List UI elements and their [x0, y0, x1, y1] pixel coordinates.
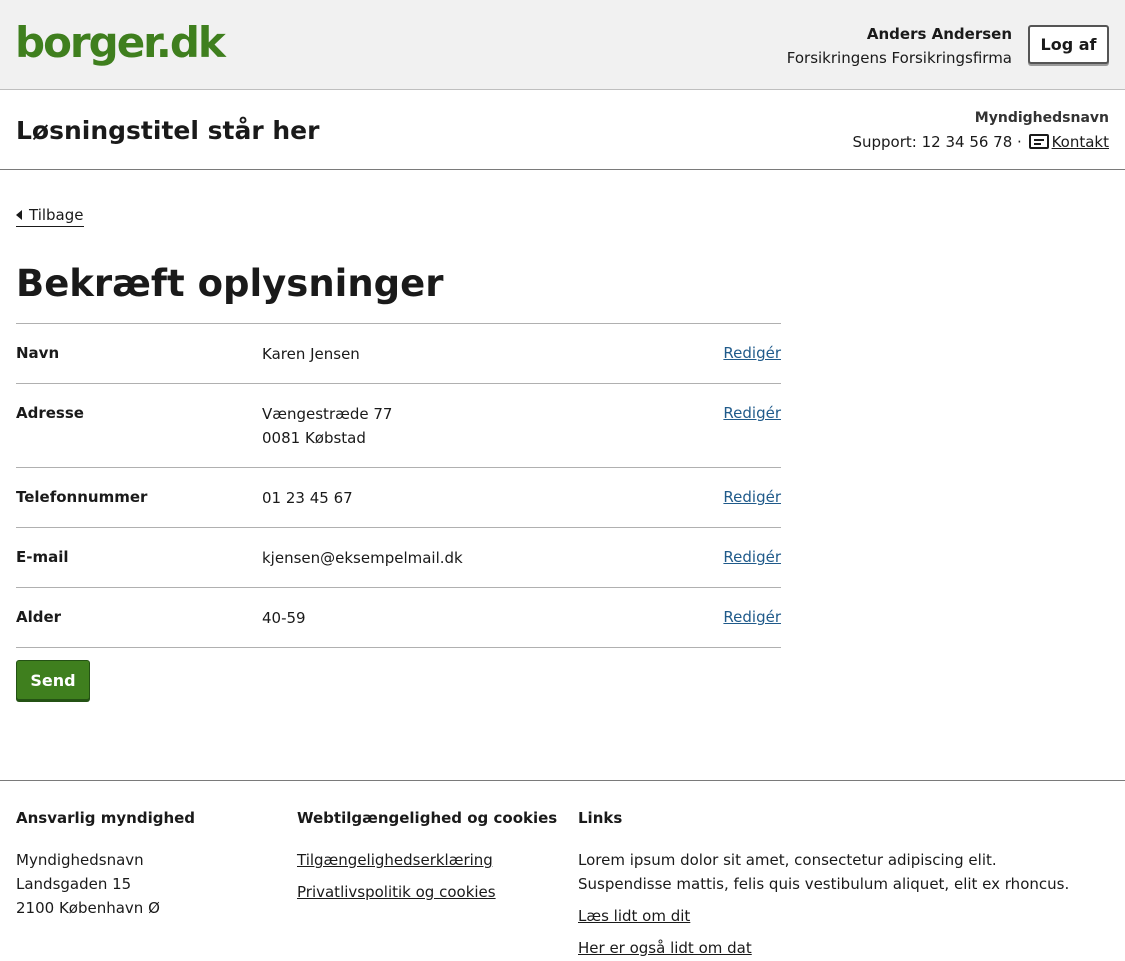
footer-address-line: Landsgaden 15	[16, 875, 132, 893]
message-icon	[1028, 134, 1049, 149]
portal-header: borger.dk Anders Andersen Forsikringens …	[0, 0, 1125, 90]
summary-value-line: Vængestræde 77	[262, 405, 393, 423]
footer-accessibility: Webtilgængelighed og cookies Tilgængelig…	[297, 808, 557, 912]
footer-heading: Webtilgængelighed og cookies	[297, 809, 558, 827]
edit-link-adresse[interactable]: Redigér	[723, 403, 781, 423]
footer-heading: Links	[578, 809, 623, 827]
summary-value: kjensen@eksempelmail.dk	[262, 546, 781, 570]
contact-link[interactable]: Kontakt	[1052, 133, 1109, 151]
edit-link-alder[interactable]: Redigér	[723, 607, 781, 627]
user-info: Anders Andersen Forsikringens Forsikring…	[787, 24, 1012, 68]
accessibility-statement-link[interactable]: Tilgængelighedserklæring	[297, 848, 557, 872]
send-button[interactable]: Send	[16, 660, 90, 700]
footer-address-line: Myndighedsnavn	[16, 851, 144, 869]
solution-title: Løsningstitel står her	[16, 116, 320, 145]
footer-links: Links Lorem ipsum dolor sit amet, consec…	[578, 808, 1078, 961]
summary-row-alder: Alder 40-59 Redigér	[16, 588, 781, 648]
summary-row-navn: Navn Karen Jensen Redigér	[16, 324, 781, 384]
summary-value-line: Karen Jensen	[262, 345, 360, 363]
summary-value: Vængestræde 77 0081 Købstad	[262, 402, 781, 450]
summary-key: Navn	[16, 344, 60, 362]
footer-authority: Ansvarlig myndighed Myndighedsnavn Lands…	[16, 808, 195, 920]
summary-row-email: E-mail kjensen@eksempelmail.dk Redigér	[16, 528, 781, 588]
footer-link-dit[interactable]: Læs lidt om dit	[578, 904, 1078, 928]
caret-left-icon	[16, 210, 22, 220]
logout-button[interactable]: Log af	[1028, 25, 1109, 64]
footer-description: Lorem ipsum dolor sit amet, consectetur …	[578, 851, 1070, 893]
summary-key: Adresse	[16, 404, 84, 422]
authority-info: Myndighedsnavn Support: 12 34 56 78 · Ko…	[852, 108, 1109, 152]
edit-link-navn[interactable]: Redigér	[723, 343, 781, 363]
back-link[interactable]: Tilbage	[16, 205, 84, 227]
edit-link-telefonnummer[interactable]: Redigér	[723, 487, 781, 507]
footer: Ansvarlig myndighed Myndighedsnavn Lands…	[0, 780, 1125, 961]
summary-list: Navn Karen Jensen Redigér Adresse Vænges…	[16, 323, 781, 648]
back-label: Tilbage	[29, 206, 84, 224]
footer-heading: Ansvarlig myndighed	[16, 809, 196, 827]
support-line: Support: 12 34 56 78 · Kontakt	[852, 132, 1109, 152]
summary-value: 01 23 45 67	[262, 486, 781, 510]
page-title: Bekræft oplysninger	[16, 262, 444, 305]
user-organization: Forsikringens Forsikringsfirma	[786, 49, 1012, 67]
borger-dk-logo[interactable]: borger.dk	[15, 17, 226, 69]
summary-key: Alder	[16, 608, 62, 626]
summary-value-line: kjensen@eksempelmail.dk	[262, 549, 463, 567]
solution-header: Løsningstitel står her Myndighedsnavn Su…	[0, 91, 1125, 170]
summary-value-line: 01 23 45 67	[262, 489, 353, 507]
footer-address-line: 2100 København Ø	[16, 899, 160, 917]
summary-value-line: 40-59	[262, 609, 306, 627]
summary-key: Telefonnummer	[16, 488, 148, 506]
summary-row-telefonnummer: Telefonnummer 01 23 45 67 Redigér	[16, 468, 781, 528]
footer-link-dat[interactable]: Her er også lidt om dat	[578, 936, 1078, 960]
support-phone: Support: 12 34 56 78 ·	[852, 133, 1022, 151]
privacy-policy-link[interactable]: Privatlivspolitik og cookies	[297, 880, 557, 904]
summary-value-line: 0081 Købstad	[262, 429, 366, 447]
authority-name: Myndighedsnavn	[974, 110, 1109, 126]
summary-value: Karen Jensen	[262, 342, 781, 366]
edit-link-email[interactable]: Redigér	[723, 547, 781, 567]
summary-row-adresse: Adresse Vængestræde 77 0081 Købstad Redi…	[16, 384, 781, 468]
user-name: Anders Andersen	[866, 25, 1012, 43]
summary-key: E-mail	[16, 548, 69, 566]
summary-value: 40-59	[262, 606, 781, 630]
